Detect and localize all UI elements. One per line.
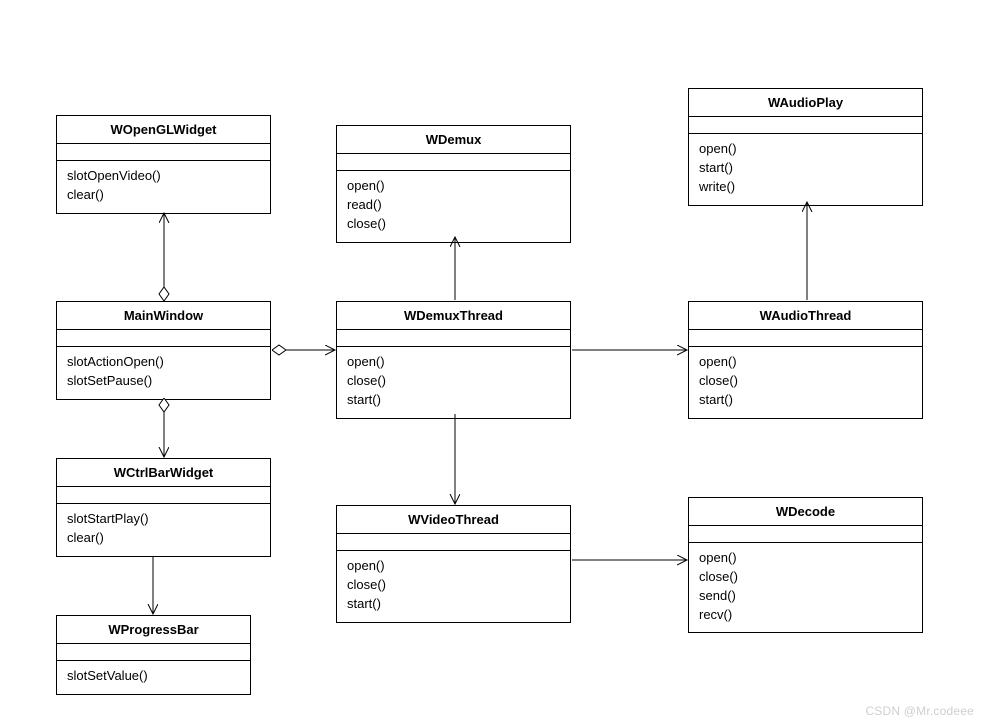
class-attrs [57, 644, 250, 661]
class-wopenglwidget: WOpenGLWidget slotOpenVideo() clear() [56, 115, 271, 214]
class-methods: slotActionOpen() slotSetPause() [57, 347, 270, 399]
class-methods: open() close() start() [337, 347, 570, 418]
class-title: WOpenGLWidget [57, 116, 270, 144]
class-title: WDecode [689, 498, 922, 526]
class-attrs [689, 330, 922, 347]
class-waudiothread: WAudioThread open() close() start() [688, 301, 923, 419]
class-waudioplay: WAudioPlay open() start() write() [688, 88, 923, 206]
class-attrs [689, 526, 922, 543]
class-title: WCtrlBarWidget [57, 459, 270, 487]
class-title: MainWindow [57, 302, 270, 330]
class-methods: slotOpenVideo() clear() [57, 161, 270, 213]
class-attrs [337, 330, 570, 347]
class-methods: open() close() start() [337, 551, 570, 622]
class-title: WProgressBar [57, 616, 250, 644]
class-wdemuxthread: WDemuxThread open() close() start() [336, 301, 571, 419]
class-wdemux: WDemux open() read() close() [336, 125, 571, 243]
class-title: WAudioPlay [689, 89, 922, 117]
class-title: WVideoThread [337, 506, 570, 534]
class-attrs [57, 330, 270, 347]
class-attrs [689, 117, 922, 134]
class-methods: slotStartPlay() clear() [57, 504, 270, 556]
class-attrs [337, 534, 570, 551]
class-attrs [57, 487, 270, 504]
class-wprogressbar: WProgressBar slotSetValue() [56, 615, 251, 695]
watermark: CSDN @Mr.codeee [865, 704, 974, 718]
class-attrs [57, 144, 270, 161]
class-methods: open() read() close() [337, 171, 570, 242]
class-methods: open() close() start() [689, 347, 922, 418]
class-mainwindow: MainWindow slotActionOpen() slotSetPause… [56, 301, 271, 400]
class-title: WDemuxThread [337, 302, 570, 330]
class-attrs [337, 154, 570, 171]
class-wvideothread: WVideoThread open() close() start() [336, 505, 571, 623]
class-wctrlbarwidget: WCtrlBarWidget slotStartPlay() clear() [56, 458, 271, 557]
class-wdecode: WDecode open() close() send() recv() [688, 497, 923, 633]
class-title: WAudioThread [689, 302, 922, 330]
class-methods: slotSetValue() [57, 661, 250, 694]
class-methods: open() close() send() recv() [689, 543, 922, 632]
class-methods: open() start() write() [689, 134, 922, 205]
class-title: WDemux [337, 126, 570, 154]
